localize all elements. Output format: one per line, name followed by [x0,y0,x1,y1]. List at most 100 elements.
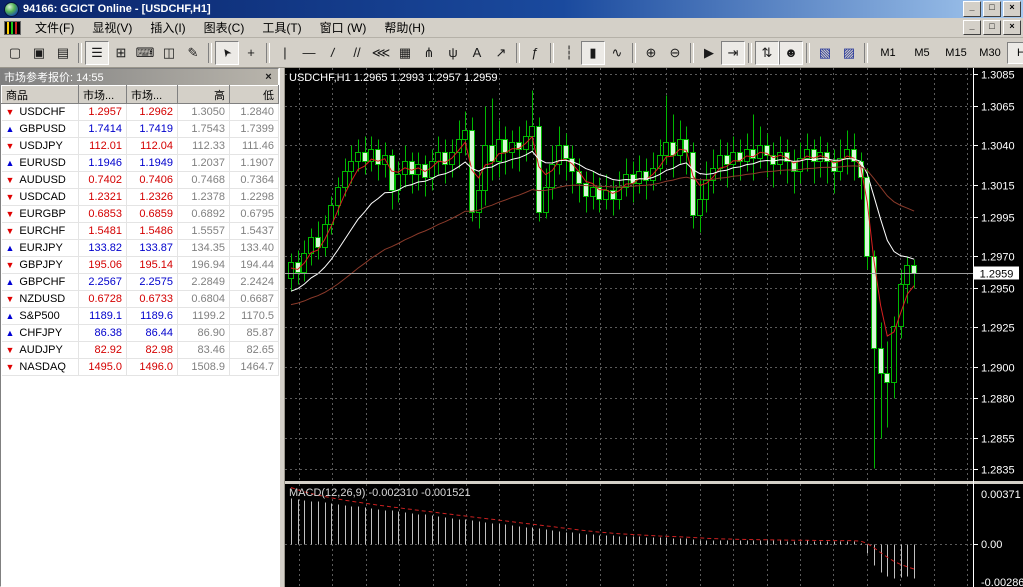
fibo-fan-button[interactable]: ⋘ [369,40,393,65]
child-restore-button[interactable]: □ [983,20,1001,35]
fibo-grid-button[interactable]: ▦ [393,40,417,65]
fibo-arcs-button[interactable]: ψ [441,40,465,65]
cursor-button[interactable]: ➤ [215,40,239,65]
print-button[interactable]: ▤ [51,40,75,65]
line-mode-button[interactable]: ∿ [605,40,629,65]
history-center-button[interactable]: ◫ [157,40,181,65]
quote-row-audusd[interactable]: ▼ AUDUSD 0.7402 0.7406 0.7468 0.7364 [1,171,279,189]
timeframe-m5-button[interactable]: M5 [905,41,939,64]
quote-row-nzdusd[interactable]: ▼ NZDUSD 0.6728 0.6733 0.6804 0.6687 [1,290,279,308]
candle-mode-button[interactable]: ▮ [581,40,605,65]
quote-row-usdcad[interactable]: ▼ USDCAD 1.2321 1.2326 1.2378 1.2298 [1,188,279,206]
child-minimize-button[interactable]: _ [963,20,981,35]
chart-shift-button[interactable]: ⇥ [721,40,745,65]
bid-value: 133.82 [78,239,127,257]
symbol-label: USDCHF [19,106,66,118]
andrews-pitchfork-button[interactable]: ⋔ [417,40,441,65]
price-tick-label: 1.2950 [981,284,1015,296]
toolbar-separator [208,42,212,63]
andrews-pitchfork-icon: ⋔ [423,44,435,60]
column-header[interactable]: 市场... [78,85,127,104]
quote-row-eurjpy[interactable]: ▲ EURJPY 133.82 133.87 134.35 133.40 [1,239,279,257]
terminal-button[interactable]: ⌨ [133,40,157,65]
timeframe-h1-button[interactable]: H1 [1007,41,1023,64]
quote-row-usdchf[interactable]: ▼ USDCHF 1.2957 1.2962 1.3050 1.2840 [1,103,279,121]
menu-item-h[interactable]: 帮助(H) [375,17,434,38]
quote-row-eurgbp[interactable]: ▼ EURGBP 0.6853 0.6859 0.6892 0.6795 [1,205,279,223]
pane-splitter[interactable] [285,481,1023,484]
data-window-button[interactable]: ⊞ [109,40,133,65]
down-arrow-icon: ▼ [5,294,15,304]
text-label-button[interactable]: A [465,40,489,65]
menu-item-c[interactable]: 图表(C) [195,17,254,38]
bar-mode-button[interactable]: ┆ [557,40,581,65]
column-header[interactable]: 高 [177,85,230,104]
market-watch-close-button[interactable]: × [262,71,275,83]
window-list-button[interactable]: ▨ [837,40,861,65]
quote-row-eurusd[interactable]: ▲ EURUSD 1.1946 1.1949 1.2037 1.1907 [1,154,279,172]
high-value: 2.2849 [177,273,230,291]
quote-row-sp500[interactable]: ▲ S&P500 1189.1 1189.6 1199.2 1170.5 [1,307,279,325]
timeframe-m1-button[interactable]: M1 [871,41,905,64]
high-value: 1.5557 [177,222,230,240]
equidistant-channel-button[interactable]: // [345,40,369,65]
new-chart-button[interactable]: ▢ [3,40,27,65]
price-tick-label: 1.3065 [981,102,1015,114]
menu-item-f[interactable]: 文件(F) [26,17,83,38]
zoom-in-button[interactable]: ⊕ [639,40,663,65]
market-watch-titlebar[interactable]: 市场参考报价: 14:55 × [1,69,278,85]
menu-item-i[interactable]: 插入(I) [141,17,194,38]
expert-wizard-button[interactable]: ☻ [779,40,803,65]
bid-value: 1.7414 [78,120,127,138]
title-bar[interactable]: 94166: GCICT Online - [USDCHF,H1] _ □ × [0,0,1023,18]
quote-row-eurchf[interactable]: ▼ EURCHF 1.5481 1.5486 1.5557 1.5437 [1,222,279,240]
quote-row-usdjpy[interactable]: ▼ USDJPY 112.01 112.04 112.33 111.46 [1,137,279,155]
zoom-in-icon: ⊕ [645,44,657,60]
chart-window-icon[interactable] [4,20,21,35]
quote-row-gbpusd[interactable]: ▲ GBPUSD 1.7414 1.7419 1.7543 1.7399 [1,120,279,138]
low-value: 2.2424 [229,273,279,291]
bid-value: 86.38 [78,324,127,342]
arrow-marks-button[interactable]: ↗ [489,40,513,65]
quote-row-audjpy[interactable]: ▼ AUDJPY 82.92 82.98 83.46 82.65 [1,341,279,359]
symbol-label: GBPJPY [19,259,63,271]
menu-item-v[interactable]: 显视(V) [83,17,141,38]
minimize-button[interactable]: _ [963,1,981,17]
quote-row-gbpchf[interactable]: ▲ GBPCHF 2.2567 2.2575 2.2849 2.2424 [1,273,279,291]
fibo-fan-icon: ⋘ [371,44,391,60]
quote-row-chfjpy[interactable]: ▲ CHFJPY 86.38 86.44 86.90 85.87 [1,324,279,342]
price-chart[interactable]: 1.3085 1.3065 1.3040 1.3015 1.2995 1.2970 1.29… [285,68,1023,587]
expert-list-button[interactable]: ⇅ [755,40,779,65]
menu-item-w[interactable]: 窗口 (W) [311,17,376,38]
new-order-button[interactable]: ✎ [181,40,205,65]
indicators-button[interactable]: ƒ [523,40,547,65]
auto-scroll-button[interactable]: ▶ [697,40,721,65]
crosshair-button[interactable]: + [239,40,263,65]
child-close-button[interactable]: × [1003,20,1021,35]
low-value: 1.2840 [229,103,279,121]
ask-value: 0.7406 [126,171,178,189]
market-watch-button[interactable]: ☰ [85,40,109,65]
new-window-button[interactable]: ▧ [813,40,837,65]
quote-row-gbpjpy[interactable]: ▼ GBPJPY 195.06 195.14 196.94 194.44 [1,256,279,274]
price-tick-label: 1.2855 [981,434,1015,446]
symbol-label: S&P500 [19,310,60,322]
horizontal-line-button[interactable]: — [297,40,321,65]
column-header[interactable]: 市场... [126,85,178,104]
print-icon: ▤ [56,44,70,60]
column-header[interactable]: 低 [229,85,279,104]
save-button[interactable]: ▣ [27,40,51,65]
data-window-icon: ⊞ [115,44,127,60]
menu-item-t[interactable]: 工具(T) [253,17,310,38]
column-header[interactable]: 商品 [1,85,79,104]
timeframe-m30-button[interactable]: M30 [973,41,1007,64]
timeframe-m15-button[interactable]: M15 [939,41,973,64]
vertical-line-button[interactable]: | [273,40,297,65]
price-tick-label: 1.3085 [981,70,1015,82]
zoom-out-button[interactable]: ⊖ [663,40,687,65]
restore-button[interactable]: □ [983,1,1001,17]
trend-line-button[interactable]: / [321,40,345,65]
down-arrow-icon: ▼ [5,175,15,185]
close-button[interactable]: × [1003,1,1021,17]
quote-row-nasdaq[interactable]: ▼ NASDAQ 1495.0 1496.0 1508.9 1464.7 [1,358,279,376]
